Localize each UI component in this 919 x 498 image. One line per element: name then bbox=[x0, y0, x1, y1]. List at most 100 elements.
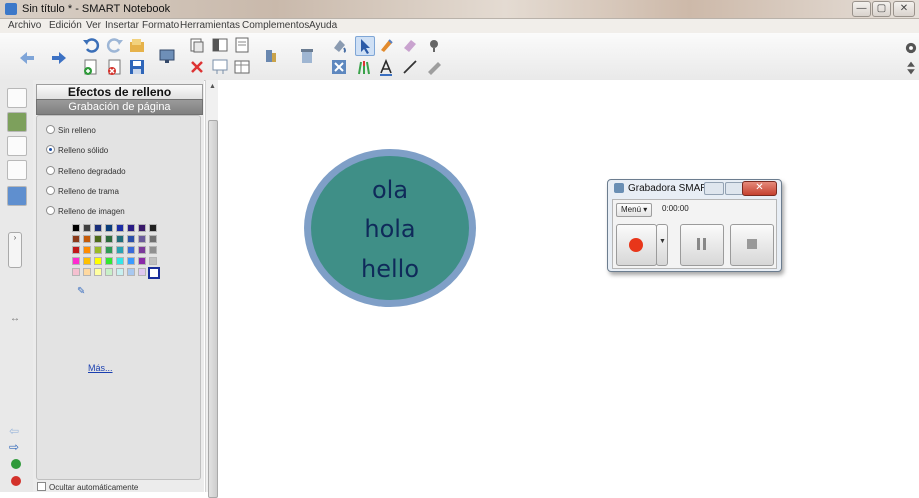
maximize-button[interactable]: ▢ bbox=[872, 1, 891, 17]
color-swatch[interactable] bbox=[72, 235, 80, 243]
color-swatch[interactable] bbox=[138, 235, 146, 243]
circle-shape[interactable]: ola hola hello bbox=[304, 149, 476, 307]
move-toolbar-icon[interactable] bbox=[902, 59, 916, 77]
notebook-canvas[interactable]: ola hola hello bbox=[218, 80, 919, 492]
delete-icon[interactable] bbox=[188, 58, 206, 76]
autohide-checkbox[interactable] bbox=[37, 482, 46, 491]
color-swatch[interactable] bbox=[94, 224, 102, 232]
scroll-up-icon[interactable]: ▲ bbox=[209, 83, 216, 90]
pen-icon[interactable] bbox=[377, 36, 395, 54]
radio-image[interactable] bbox=[46, 206, 55, 215]
table-icon[interactable] bbox=[211, 58, 229, 76]
text-hello[interactable]: hello bbox=[311, 255, 469, 283]
text-hola[interactable]: hola bbox=[311, 215, 469, 243]
color-swatch[interactable] bbox=[94, 235, 102, 243]
color-swatch[interactable] bbox=[72, 246, 80, 254]
menu-archivo[interactable]: Archivo bbox=[8, 20, 41, 31]
fill-icon[interactable] bbox=[330, 36, 348, 54]
color-swatch[interactable] bbox=[83, 268, 91, 276]
resize-arrow-icon[interactable]: ↔ bbox=[10, 313, 20, 324]
color-swatch[interactable] bbox=[83, 235, 91, 243]
color-swatch[interactable] bbox=[94, 257, 102, 265]
more-colors-link[interactable]: Más... bbox=[88, 363, 113, 373]
color-swatch[interactable] bbox=[105, 246, 113, 254]
color-swatch[interactable] bbox=[94, 268, 102, 276]
color-swatch[interactable] bbox=[72, 257, 80, 265]
addons-tab[interactable] bbox=[7, 186, 27, 206]
minimize-button[interactable]: — bbox=[852, 1, 871, 17]
fill-option-gradient[interactable]: Relleno degradado bbox=[46, 166, 126, 176]
color-swatch[interactable] bbox=[105, 235, 113, 243]
save-icon[interactable] bbox=[128, 58, 146, 76]
close-button[interactable]: ✕ bbox=[893, 1, 915, 17]
magic-pen-icon[interactable] bbox=[425, 36, 443, 54]
menu-ver[interactable]: Ver bbox=[86, 20, 101, 31]
color-swatch[interactable] bbox=[116, 224, 124, 232]
recorder-minimize-button[interactable] bbox=[704, 182, 724, 195]
color-swatch[interactable] bbox=[83, 224, 91, 232]
properties-icon[interactable] bbox=[298, 47, 316, 65]
radio-pattern[interactable] bbox=[46, 186, 55, 195]
color-swatch[interactable] bbox=[138, 268, 146, 276]
color-swatch[interactable] bbox=[83, 257, 91, 265]
color-swatch[interactable] bbox=[94, 246, 102, 254]
new-page-icon[interactable] bbox=[82, 58, 100, 76]
recorder-close-button[interactable]: ✕ bbox=[742, 181, 777, 196]
color-swatch[interactable] bbox=[72, 268, 80, 276]
redo-icon[interactable] bbox=[106, 36, 124, 54]
panel-scrollbar[interactable]: ▲ bbox=[205, 80, 219, 498]
color-swatch[interactable] bbox=[148, 267, 160, 279]
gallery-tab[interactable] bbox=[7, 112, 27, 132]
menu-ayuda[interactable]: Ayuda bbox=[309, 20, 337, 31]
color-swatch[interactable] bbox=[105, 268, 113, 276]
shapes-icon[interactable] bbox=[425, 58, 443, 76]
color-swatch[interactable] bbox=[127, 224, 135, 232]
color-swatch[interactable] bbox=[127, 257, 135, 265]
properties-tab[interactable] bbox=[7, 160, 27, 180]
color-swatch[interactable] bbox=[149, 246, 157, 254]
page-forward-icon[interactable]: ⇨ bbox=[9, 440, 19, 454]
crop-icon[interactable] bbox=[330, 58, 348, 76]
color-swatch[interactable] bbox=[72, 224, 80, 232]
line-icon[interactable] bbox=[401, 58, 419, 76]
eyedropper-icon[interactable]: ✎ bbox=[77, 286, 85, 297]
color-swatch[interactable] bbox=[116, 246, 124, 254]
recorder-menu-button[interactable]: Menú ▾ bbox=[616, 203, 653, 217]
delete-page-icon[interactable] bbox=[106, 58, 124, 76]
remove-page-icon[interactable] bbox=[11, 476, 21, 486]
eraser-icon[interactable] bbox=[401, 36, 419, 54]
stop-button[interactable] bbox=[730, 224, 774, 266]
record-options-dropdown[interactable]: ▼ bbox=[656, 224, 668, 266]
color-swatch[interactable] bbox=[138, 257, 146, 265]
page-back-icon[interactable]: ⇦ bbox=[9, 424, 19, 438]
add-page-icon[interactable] bbox=[11, 459, 21, 469]
color-swatch[interactable] bbox=[149, 224, 157, 232]
fill-option-image[interactable]: Relleno de imagen bbox=[46, 206, 125, 216]
color-swatch[interactable] bbox=[105, 224, 113, 232]
record-button[interactable] bbox=[616, 224, 657, 266]
color-swatch[interactable] bbox=[83, 246, 91, 254]
select-icon[interactable] bbox=[355, 36, 375, 56]
color-swatch[interactable] bbox=[116, 235, 124, 243]
menu-herramientas[interactable]: Herramientas bbox=[180, 20, 240, 31]
color-swatch[interactable] bbox=[105, 257, 113, 265]
page-recording-tab[interactable]: Grabación de página bbox=[36, 99, 203, 115]
radio-solid[interactable] bbox=[46, 145, 55, 154]
screen-icon[interactable] bbox=[158, 47, 176, 65]
document-camera-icon[interactable] bbox=[233, 58, 251, 76]
open-icon[interactable] bbox=[128, 36, 146, 54]
page-sorter-tab[interactable] bbox=[7, 88, 27, 108]
screen-shade-icon[interactable] bbox=[211, 36, 229, 54]
color-swatch[interactable] bbox=[149, 235, 157, 243]
color-swatch[interactable] bbox=[116, 257, 124, 265]
attachments-tab[interactable] bbox=[7, 136, 27, 156]
gallery-icon[interactable] bbox=[262, 47, 280, 65]
fill-option-none[interactable]: Sin relleno bbox=[46, 125, 96, 135]
scroll-thumb[interactable] bbox=[208, 120, 218, 498]
text-ola[interactable]: ola bbox=[311, 176, 469, 204]
color-swatch[interactable] bbox=[138, 246, 146, 254]
fill-option-solid[interactable]: Relleno sólido bbox=[46, 145, 108, 155]
autohide-option[interactable]: Ocultar automáticamente bbox=[37, 482, 138, 492]
color-swatch[interactable] bbox=[127, 246, 135, 254]
undo-icon[interactable] bbox=[82, 36, 100, 54]
